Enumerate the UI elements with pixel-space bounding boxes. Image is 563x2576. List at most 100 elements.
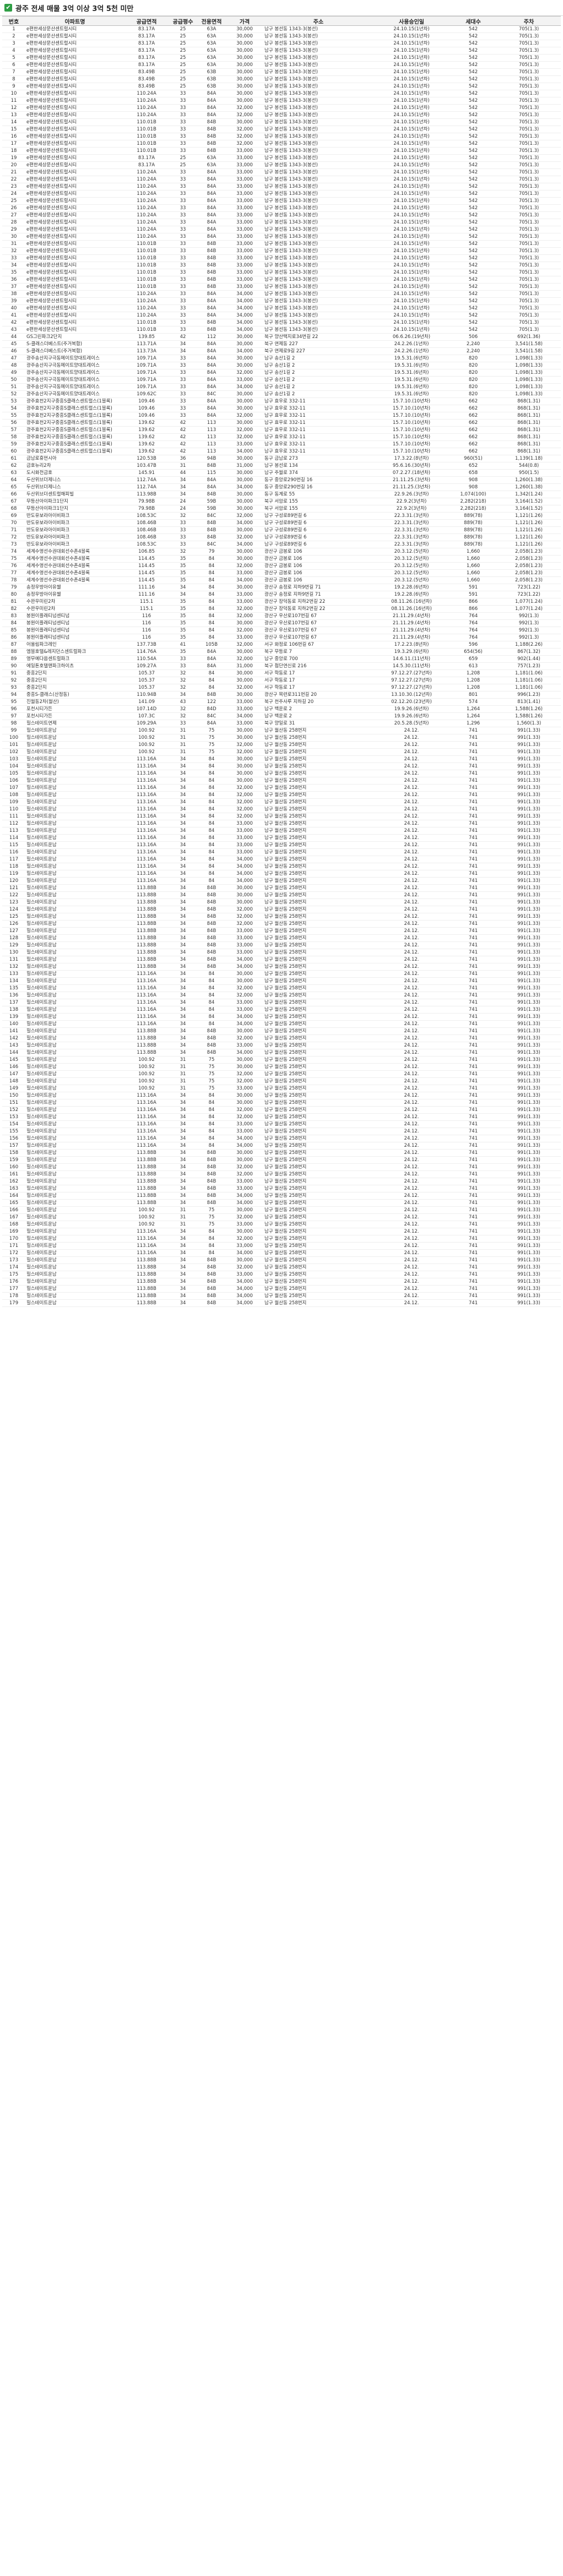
cell-supply-pyeong: 33 <box>169 720 197 727</box>
cell-exclusive-area: 84 <box>197 863 226 870</box>
cell-households: 741 <box>450 813 497 820</box>
table-row: 123 힐스테이트운남 113.88B 34 84B 30,000 남구 월산동 258번지… <box>2 898 561 906</box>
cell-approval-date: 24.10.15(1년차) <box>373 90 450 97</box>
cell-parking: 991(1.33) <box>497 784 561 792</box>
cell-parking: 991(1.33) <box>497 1120 561 1128</box>
cell-apartment: 힐스테이트운남 <box>25 834 124 842</box>
cell-households: 741 <box>450 1128 497 1135</box>
cell-parking: 991(1.33) <box>497 1185 561 1192</box>
cell-apartment: 금남로휴먼시아 <box>25 455 124 462</box>
cell-apartment: 송정우방아이유쉘 <box>25 591 124 598</box>
cell-price: 30,000 <box>226 548 263 555</box>
cell-exclusive-area: 84A <box>197 369 226 377</box>
cell-parking: 1,121(1.26) <box>497 526 561 534</box>
cell-supply-area: 113.16A <box>124 813 169 820</box>
cell-households: 662 <box>450 412 497 420</box>
cell-supply-area: 114.45 <box>124 555 169 563</box>
table-row: 131 힐스테이트운남 113.88B 34 84B 34,000 남구 월산동 258번지… <box>2 956 561 963</box>
cell-address: 남구 송산1길 2 <box>263 376 373 384</box>
cell-apartment: e편한세상문산센트럴시티 <box>25 118 124 126</box>
cell-parking: 991(1.33) <box>497 891 561 899</box>
cell-supply-area: 113.88B <box>124 1170 169 1178</box>
cell-price: 32,000 <box>226 1163 263 1171</box>
cell-supply-area: 113.16A <box>124 1128 169 1135</box>
cell-apartment: 송정우방아이유쉘 <box>25 584 124 591</box>
cell-parking: 991(1.33) <box>497 841 561 849</box>
cell-approval-date: 24.12. <box>373 727 450 734</box>
cell-supply-pyeong: 33 <box>169 168 197 176</box>
cell-exclusive-area: 84B <box>197 147 226 155</box>
cell-address: 광산구 목련로311번길 20 <box>263 691 373 699</box>
cell-price: 33,000 <box>226 827 263 835</box>
cell-exclusive-area: 84 <box>197 848 226 856</box>
cell-address: 남구 봉선동 1343-3(봉선) <box>263 190 373 198</box>
cell-apartment: 중흥2단지 <box>25 677 124 684</box>
cell-households: 542 <box>450 90 497 97</box>
cell-households: 741 <box>450 1213 497 1221</box>
table-row: 128 힐스테이트운남 113.88B 34 84B 33,000 남구 월산동 258번지… <box>2 934 561 942</box>
cell-address: 북구 연제로9길 227 <box>263 347 373 355</box>
cell-parking: 991(1.33) <box>497 1070 561 1078</box>
cell-exclusive-area: 84B <box>197 941 226 949</box>
cell-address: 남구 월산동 258번지 <box>263 898 373 906</box>
cell-price: 32,000 <box>226 913 263 921</box>
cell-address: 남구 월산동 258번지 <box>263 1249 373 1257</box>
cell-supply-area: 113.16A <box>124 1013 169 1021</box>
cell-apartment: 힐스테이트운남 <box>25 1192 124 1200</box>
cell-households: 662 <box>450 440 497 448</box>
table-row: 75 세계수영선수권대회선수촌4블록 114.45 35 84 30,000 광산구 금봉로… <box>2 555 561 563</box>
table-row: 113 힐스테이트운남 113.16A 34 84 33,000 남구 월산동 258번지 2… <box>2 827 561 835</box>
table-row: 125 힐스테이트운남 113.88B 34 84B 32,000 남구 월산동 258번지… <box>2 913 561 921</box>
cell-apartment: 힐스테이트운남 <box>25 1092 124 1099</box>
cell-parking: 991(1.33) <box>497 1285 561 1293</box>
cell-parking: 992(1.3) <box>497 612 561 620</box>
cell-price: 33,000 <box>226 154 263 162</box>
cell-price: 34,000 <box>226 576 263 584</box>
cell-supply-area: 115.1 <box>124 605 169 613</box>
cell-supply-pyeong: 42 <box>169 440 197 448</box>
cell-number: 6 <box>2 61 25 69</box>
cell-number: 17 <box>2 140 25 148</box>
cell-exclusive-area: 84B <box>197 1292 226 1300</box>
cell-apartment: 힐스테이트운남 <box>25 734 124 742</box>
cell-supply-pyeong: 34 <box>169 340 197 348</box>
cell-exclusive-area: 84B <box>197 491 226 498</box>
cell-approval-date: 19.5.31.(6년차) <box>373 376 450 384</box>
cell-address: 남구 봉선동 1343-3(봉선) <box>263 283 373 291</box>
cell-apartment: 엠블호텔&레지던스센트럴파크 <box>25 648 124 656</box>
table-row: 76 세계수영선수권대회선수촌4블록 114.45 35 84 32,000 광산구 금봉로… <box>2 562 561 570</box>
cell-approval-date: 20.5.28.(5년차) <box>373 720 450 727</box>
cell-price: 32,000 <box>226 512 263 520</box>
cell-address: 남구 월산동 258번지 <box>263 1221 373 1228</box>
cell-parking: 991(1.33) <box>497 1027 561 1035</box>
cell-exclusive-area: 84B <box>197 1149 226 1157</box>
cell-supply-pyeong: 34 <box>169 1135 197 1142</box>
cell-exclusive-area: 84B <box>197 118 226 126</box>
cell-households: 741 <box>450 877 497 885</box>
cell-supply-pyeong: 31 <box>169 727 197 734</box>
cell-supply-pyeong: 34 <box>169 691 197 699</box>
cell-address: 남구 효우로 332-11 <box>263 405 373 412</box>
cell-households: 741 <box>450 841 497 849</box>
table-row: 17 e편한세상문산센트럴시티 110.01B 33 84B 32,000 남구 봉선동 1… <box>2 140 561 148</box>
table-row: 56 광주효천2지구중흥S클래스센트럴스(1블록) 139.62 42 113 30,00… <box>2 419 561 427</box>
cell-number: 179 <box>2 1299 25 1307</box>
cell-approval-date: 24.10.15(1년차) <box>373 297 450 305</box>
cell-approval-date: 20.3.12.(5년차) <box>373 548 450 555</box>
cell-address: 광산구 장덕동로 지하2번길 22 <box>263 605 373 613</box>
cell-exclusive-area: 84 <box>197 612 226 620</box>
cell-address: 남구 월산동 258번지 <box>263 748 373 756</box>
cell-apartment: 힐스테이트운남 <box>25 1299 124 1307</box>
cell-price: 32,000 <box>226 684 263 691</box>
cell-exclusive-area: 84A <box>197 176 226 183</box>
cell-households: 741 <box>450 1077 497 1085</box>
table-row: 108 힐스테이트운남 113.16A 34 84 32,000 남구 월산동 258번지 2… <box>2 791 561 799</box>
cell-address: 남구 월산동 258번지 <box>263 1106 373 1114</box>
cell-apartment: 힐스테이트운남 <box>25 1142 124 1150</box>
cell-exclusive-area: 84A <box>197 412 226 420</box>
cell-households: 741 <box>450 1299 497 1307</box>
cell-approval-date: 97.12.27.(27년차) <box>373 669 450 677</box>
cell-approval-date: 24.12. <box>373 1120 450 1128</box>
cell-address: 남구 월산동 258번지 <box>263 977 373 985</box>
cell-exclusive-area: 84 <box>197 1099 226 1107</box>
